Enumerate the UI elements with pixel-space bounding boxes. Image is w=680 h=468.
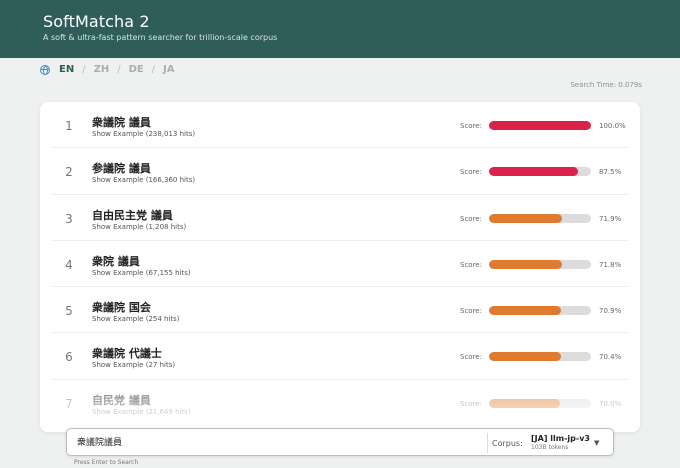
result-row: 4 衆院 議員 Show Example (67,155 hits) Score: 71…: [52, 241, 628, 288]
results-list: 1 衆議院 議員 Show Example (238,013 hits) Score:…: [40, 102, 640, 427]
score-bar-fill: [489, 213, 563, 223]
corpus-name: [JA] llm-jp-v3: [531, 434, 590, 443]
lang-separator: /: [151, 64, 156, 75]
app-title: SoftMatcha 2: [43, 12, 150, 31]
score-bar: [489, 306, 591, 316]
show-example-link[interactable]: Show Example (166,360 hits): [92, 176, 195, 184]
result-row: 1 衆議院 議員 Show Example (238,013 hits) Score:…: [52, 102, 628, 149]
score-label: Score:: [460, 168, 482, 177]
score-value: 70.9%: [599, 307, 622, 316]
corpus-tokens: 103B tokens: [531, 444, 569, 451]
score-label: Score:: [460, 399, 482, 408]
results-card: 1 衆議院 議員 Show Example (238,013 hits) Score:…: [40, 102, 640, 432]
result-phrase: 衆議院 代議士: [92, 347, 162, 361]
score-label: Score:: [460, 307, 482, 316]
lang-en[interactable]: EN: [59, 64, 74, 75]
lang-de[interactable]: DE: [129, 64, 144, 75]
show-example-link[interactable]: Show Example (1,208 hits): [92, 223, 186, 231]
result-phrase: 衆議院 議員: [92, 116, 151, 129]
lang-separator: /: [117, 64, 121, 75]
app-subtitle: A soft & ultra-fast pattern searcher for…: [43, 33, 278, 42]
score-label: Score:: [460, 353, 482, 362]
score-value: 71.9%: [599, 214, 622, 223]
corpus-select[interactable]: [JA] llm-jp-v3 103B tokens: [531, 434, 590, 451]
result-row: 6 衆議院 代議士 Show Example (27 hits) Score: 70.4…: [52, 333, 628, 380]
search-time: Search Time: 0.079s: [570, 81, 642, 89]
result-phrase: 参議院 議員: [92, 162, 151, 176]
lang-zh[interactable]: ZH: [94, 64, 110, 75]
score-bar-fill: [489, 398, 561, 408]
score-value: 70.0%: [599, 399, 622, 408]
language-switcher: EN / ZH / DE / JA: [40, 64, 175, 75]
result-phrase: 衆院 議員: [92, 254, 140, 268]
corpus-label: Corpus:: [492, 439, 523, 448]
result-phrase: 衆議院 国会: [92, 301, 151, 315]
score-value: 87.5%: [599, 168, 622, 177]
score-bar: [489, 352, 591, 362]
lang-ja[interactable]: JA: [163, 64, 174, 75]
search-bar: Corpus: [JA] llm-jp-v3 103B tokens ▼: [66, 428, 614, 456]
result-rank: 6: [65, 350, 73, 365]
result-rank: 3: [65, 211, 73, 226]
score-bar: [489, 167, 591, 177]
result-rank: 4: [65, 257, 73, 272]
chevron-down-icon[interactable]: ▼: [594, 439, 599, 447]
show-example-link[interactable]: Show Example (238,013 hits): [92, 130, 195, 138]
show-example-link[interactable]: Show Example (27 hits): [92, 361, 175, 369]
globe-icon: [40, 64, 50, 75]
score-label: Score:: [460, 260, 482, 269]
score-bar: [489, 398, 591, 408]
show-example-link[interactable]: Show Example (254 hits): [92, 315, 180, 323]
corpus-divider: [487, 433, 488, 453]
score-bar-fill: [489, 306, 562, 316]
score-value: 100.0%: [599, 122, 626, 130]
result-phrase: 自民党 議員: [92, 393, 151, 407]
result-row: 3 自由民主党 議員 Show Example (1,208 hits) Score:…: [52, 195, 628, 241]
show-example-link[interactable]: Show Example (21,649 hits): [92, 408, 191, 416]
result-rank: 7: [65, 396, 73, 411]
score-bar: [489, 213, 591, 223]
score-bar-fill: [489, 121, 591, 130]
score-bar-fill: [489, 259, 563, 269]
lang-separator: /: [82, 64, 86, 75]
search-input[interactable]: [77, 436, 477, 446]
show-example-link[interactable]: Show Example (67,155 hits): [92, 269, 191, 277]
result-rank: 2: [65, 165, 73, 180]
result-row: 7 自民党 議員 Show Example (21,649 hits) Score: 7…: [52, 380, 628, 427]
score-bar-fill: [489, 167, 579, 177]
result-row: 5 衆議院 国会 Show Example (254 hits) Score: 70.9…: [52, 287, 628, 334]
score-label: Score:: [460, 122, 482, 130]
score-label: Score:: [460, 214, 482, 223]
score-bar: [489, 259, 591, 269]
score-value: 71.8%: [599, 260, 622, 269]
result-row: 2 参議院 議員 Show Example (166,360 hits) Score:…: [52, 148, 628, 195]
score-bar: [489, 121, 591, 130]
score-value: 70.4%: [599, 353, 622, 362]
result-rank: 5: [65, 304, 73, 319]
search-hint: Press Enter to Search: [74, 459, 139, 466]
score-bar-fill: [489, 352, 561, 362]
result-rank: 1: [65, 119, 73, 133]
app-header: SoftMatcha 2 A soft & ultra-fast pattern…: [0, 0, 680, 58]
result-phrase: 自由民主党 議員: [92, 208, 173, 222]
